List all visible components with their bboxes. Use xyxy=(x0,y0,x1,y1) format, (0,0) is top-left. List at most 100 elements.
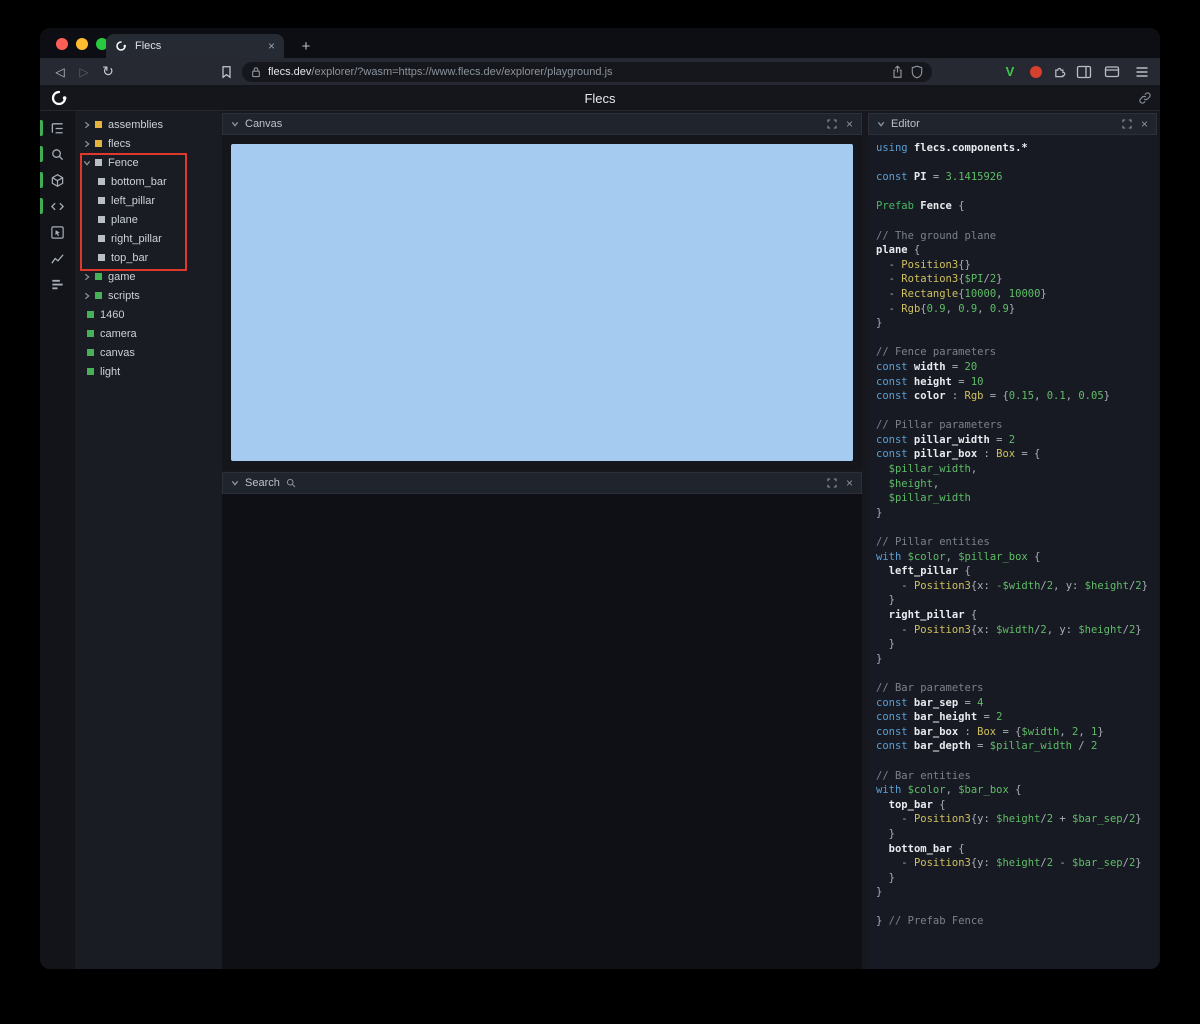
code-line: const PI = 3.1415926 xyxy=(876,171,1003,184)
search-glass-icon xyxy=(286,478,296,488)
rail-button-entity-tree[interactable] xyxy=(40,115,75,141)
v-extension-icon[interactable]: V xyxy=(998,58,1022,85)
tree-item-game[interactable]: game xyxy=(75,267,222,286)
tree-item-flecs[interactable]: flecs xyxy=(75,134,222,153)
minimize-window-button[interactable] xyxy=(76,38,88,50)
tree-item-light[interactable]: light xyxy=(75,362,222,381)
tree-item-scripts[interactable]: scripts xyxy=(75,286,222,305)
bookmark-icon[interactable] xyxy=(214,58,238,85)
chevron-down-icon[interactable] xyxy=(83,159,95,167)
editor-panel: Editor × using flecs.components.* const … xyxy=(868,111,1157,969)
code-editor[interactable]: using flecs.components.* const PI = 3.14… xyxy=(868,135,1157,969)
tree-item-right_pillar[interactable]: right_pillar xyxy=(75,229,222,248)
code-line: const pillar_box : Box = { xyxy=(876,448,1041,461)
expand-panel-icon[interactable] xyxy=(1122,119,1132,129)
code-line: const height = 10 xyxy=(876,375,984,388)
collapse-chevron-icon[interactable] xyxy=(231,120,239,128)
app-header: Flecs xyxy=(40,85,1160,111)
rail-button-scene-cube[interactable] xyxy=(40,167,75,193)
code-line: // The ground plane xyxy=(876,229,997,242)
rail-button-inspector-cursor[interactable] xyxy=(40,219,75,245)
tree-item-label: flecs xyxy=(108,137,131,150)
tree-item-assemblies[interactable]: assemblies xyxy=(75,115,222,134)
query-search-icon xyxy=(50,147,65,162)
tree-item-Fence[interactable]: Fence xyxy=(75,153,222,172)
tree-item-top_bar[interactable]: top_bar xyxy=(75,248,222,267)
sidebar-icon[interactable] xyxy=(1072,58,1096,85)
code-line: top_bar { xyxy=(888,798,946,811)
entity-kind-icon xyxy=(95,292,102,299)
tree-item-label: top_bar xyxy=(111,251,149,264)
entity-kind-icon xyxy=(87,330,94,337)
icon-rail xyxy=(40,111,75,969)
collapse-chevron-icon[interactable] xyxy=(877,120,885,128)
code-line: - Position3{y: $height/2 + $bar_sep/2} xyxy=(876,813,1142,826)
tree-item-label: Fence xyxy=(108,156,139,169)
tree-item-label: right_pillar xyxy=(111,232,162,245)
expand-panel-icon[interactable] xyxy=(827,478,837,488)
chevron-right-icon[interactable] xyxy=(83,121,95,129)
center-column: Canvas × Search × xyxy=(222,111,862,969)
rail-button-code-editor[interactable] xyxy=(40,193,75,219)
entity-kind-icon xyxy=(95,159,102,166)
search-panel-title: Search xyxy=(245,477,280,489)
entity-tree: assemblies flecs Fence bottom_bar left_pilla… xyxy=(75,115,222,381)
code-line: - Rotation3{$PI/2} xyxy=(876,273,1003,286)
tree-item-label: bottom_bar xyxy=(111,175,167,188)
tree-item-camera[interactable]: camera xyxy=(75,324,222,343)
chevron-right-icon[interactable] xyxy=(83,273,95,281)
forward-button[interactable]: ▷ xyxy=(72,58,96,85)
code-line: $height, xyxy=(888,477,940,490)
address-bar[interactable]: flecs.dev/explorer/?wasm=https://www.fle… xyxy=(242,61,932,82)
new-tab-button[interactable]: + xyxy=(294,34,318,58)
tree-item-bottom_bar[interactable]: bottom_bar xyxy=(75,172,222,191)
code-line: const bar_height = 2 xyxy=(876,711,1003,724)
back-button[interactable]: ◁ xyxy=(48,58,72,85)
tree-item-1460[interactable]: 1460 xyxy=(75,305,222,324)
reload-button[interactable]: ↻ xyxy=(96,58,120,85)
code-line: $pillar_width, xyxy=(888,463,978,476)
close-panel-icon[interactable]: × xyxy=(846,118,853,130)
search-panel-header: Search × xyxy=(222,472,862,494)
close-panel-icon[interactable]: × xyxy=(846,477,853,489)
close-window-button[interactable] xyxy=(56,38,68,50)
url-path: /explorer/?wasm=https://www.flecs.dev/ex… xyxy=(311,65,613,78)
permalink-icon[interactable] xyxy=(1138,91,1152,105)
brave-shield-icon[interactable] xyxy=(911,65,923,79)
entity-kind-icon xyxy=(98,254,105,261)
code-line: with $color, $bar_box { xyxy=(876,784,1022,797)
code-line: // Pillar parameters xyxy=(876,419,1003,432)
browser-tab[interactable]: Flecs × xyxy=(106,34,284,58)
menu-icon[interactable] xyxy=(1130,58,1154,85)
tree-item-left_pillar[interactable]: left_pillar xyxy=(75,191,222,210)
red-extension-icon[interactable] xyxy=(1024,58,1048,85)
tree-item-label: assemblies xyxy=(108,118,164,131)
3d-viewport[interactable] xyxy=(231,144,853,461)
tree-item-plane[interactable]: plane xyxy=(75,210,222,229)
rail-button-query-search[interactable] xyxy=(40,141,75,167)
chevron-right-icon[interactable] xyxy=(83,140,95,148)
code-line: } xyxy=(876,506,883,519)
chevron-right-icon[interactable] xyxy=(83,292,95,300)
collapse-chevron-icon[interactable] xyxy=(231,479,239,487)
tree-item-label: scripts xyxy=(108,289,140,302)
expand-panel-icon[interactable] xyxy=(827,119,837,129)
tree-item-canvas[interactable]: canvas xyxy=(75,343,222,362)
code-line: left_pillar { xyxy=(888,565,971,578)
canvas-panel-title: Canvas xyxy=(245,118,283,130)
tree-item-label: left_pillar xyxy=(111,194,156,207)
rail-button-stats-chart[interactable] xyxy=(40,245,75,271)
code-line: const width = 20 xyxy=(876,360,978,373)
active-panel-indicator xyxy=(40,146,43,162)
tree-item-label: canvas xyxy=(100,346,135,359)
extensions-puzzle-icon[interactable] xyxy=(1048,58,1072,85)
rail-button-metrics-bars[interactable] xyxy=(40,271,75,297)
browser-window: Flecs × + ◁ ▷ ↻ flecs.dev/explorer/?wasm… xyxy=(40,28,1160,969)
share-icon[interactable] xyxy=(891,64,904,79)
close-panel-icon[interactable]: × xyxy=(1141,118,1148,130)
tab-close-icon[interactable]: × xyxy=(268,39,275,53)
wallet-icon[interactable] xyxy=(1100,58,1124,85)
entity-kind-icon xyxy=(98,235,105,242)
